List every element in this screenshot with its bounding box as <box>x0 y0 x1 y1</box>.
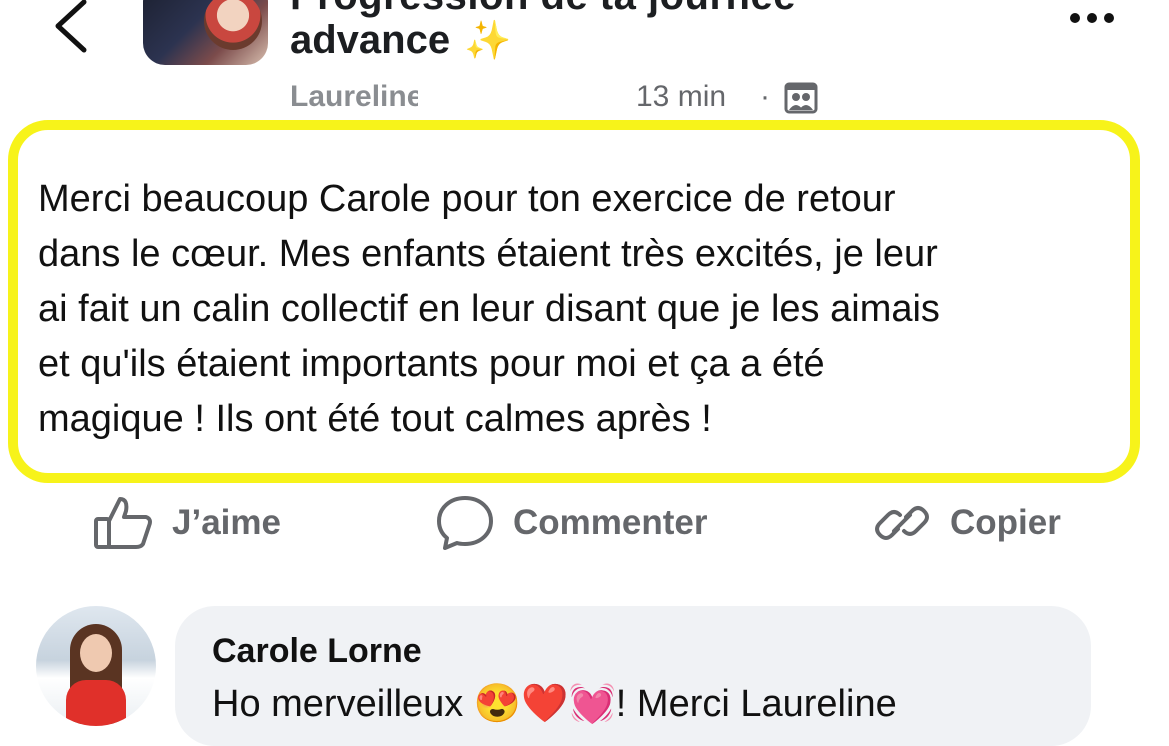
post-title: advance ✨ <box>290 18 511 63</box>
copy-label: Copier <box>950 503 1061 542</box>
comment-button[interactable]: Commenter <box>435 495 707 551</box>
comment-bubble-icon <box>437 496 493 550</box>
chevron-left-icon <box>55 0 87 53</box>
more-options-dot <box>1087 13 1097 23</box>
like-button[interactable]: J’aime <box>92 495 281 551</box>
sparkles-emoji: ✨ <box>464 20 512 62</box>
comment-author[interactable]: Carole Lorne <box>212 632 422 671</box>
commenter-avatar[interactable] <box>36 606 156 726</box>
link-icon <box>875 506 929 540</box>
avatar-photo <box>204 0 262 50</box>
avatar-photo-top <box>66 680 126 726</box>
post-author[interactable]: Laureline <box>290 80 418 114</box>
more-options-button[interactable] <box>1070 10 1130 30</box>
more-options-dot <box>1104 13 1114 23</box>
post-text: Merci beaucoup Carole pour ton exercice … <box>38 178 940 440</box>
group-avatar[interactable] <box>143 0 268 65</box>
more-options-icon <box>1070 13 1080 23</box>
comment-label: Commenter <box>513 503 708 542</box>
group-audience-icon <box>784 80 818 114</box>
back-button[interactable] <box>52 0 92 56</box>
avatar-photo-face <box>80 634 112 672</box>
post-title-top-line: Progression de ta journée <box>290 0 1050 19</box>
copy-link-button[interactable]: Copier <box>872 495 1061 551</box>
post-title-text: advance <box>290 18 451 62</box>
thumbs-up-icon <box>94 497 152 549</box>
comment-text: Ho merveilleux 😍❤️💓! Merci Laureline <box>212 683 897 725</box>
like-label: J’aime <box>172 503 281 542</box>
post-time: 13 min <box>636 80 727 113</box>
meta-separator: · <box>760 80 770 113</box>
